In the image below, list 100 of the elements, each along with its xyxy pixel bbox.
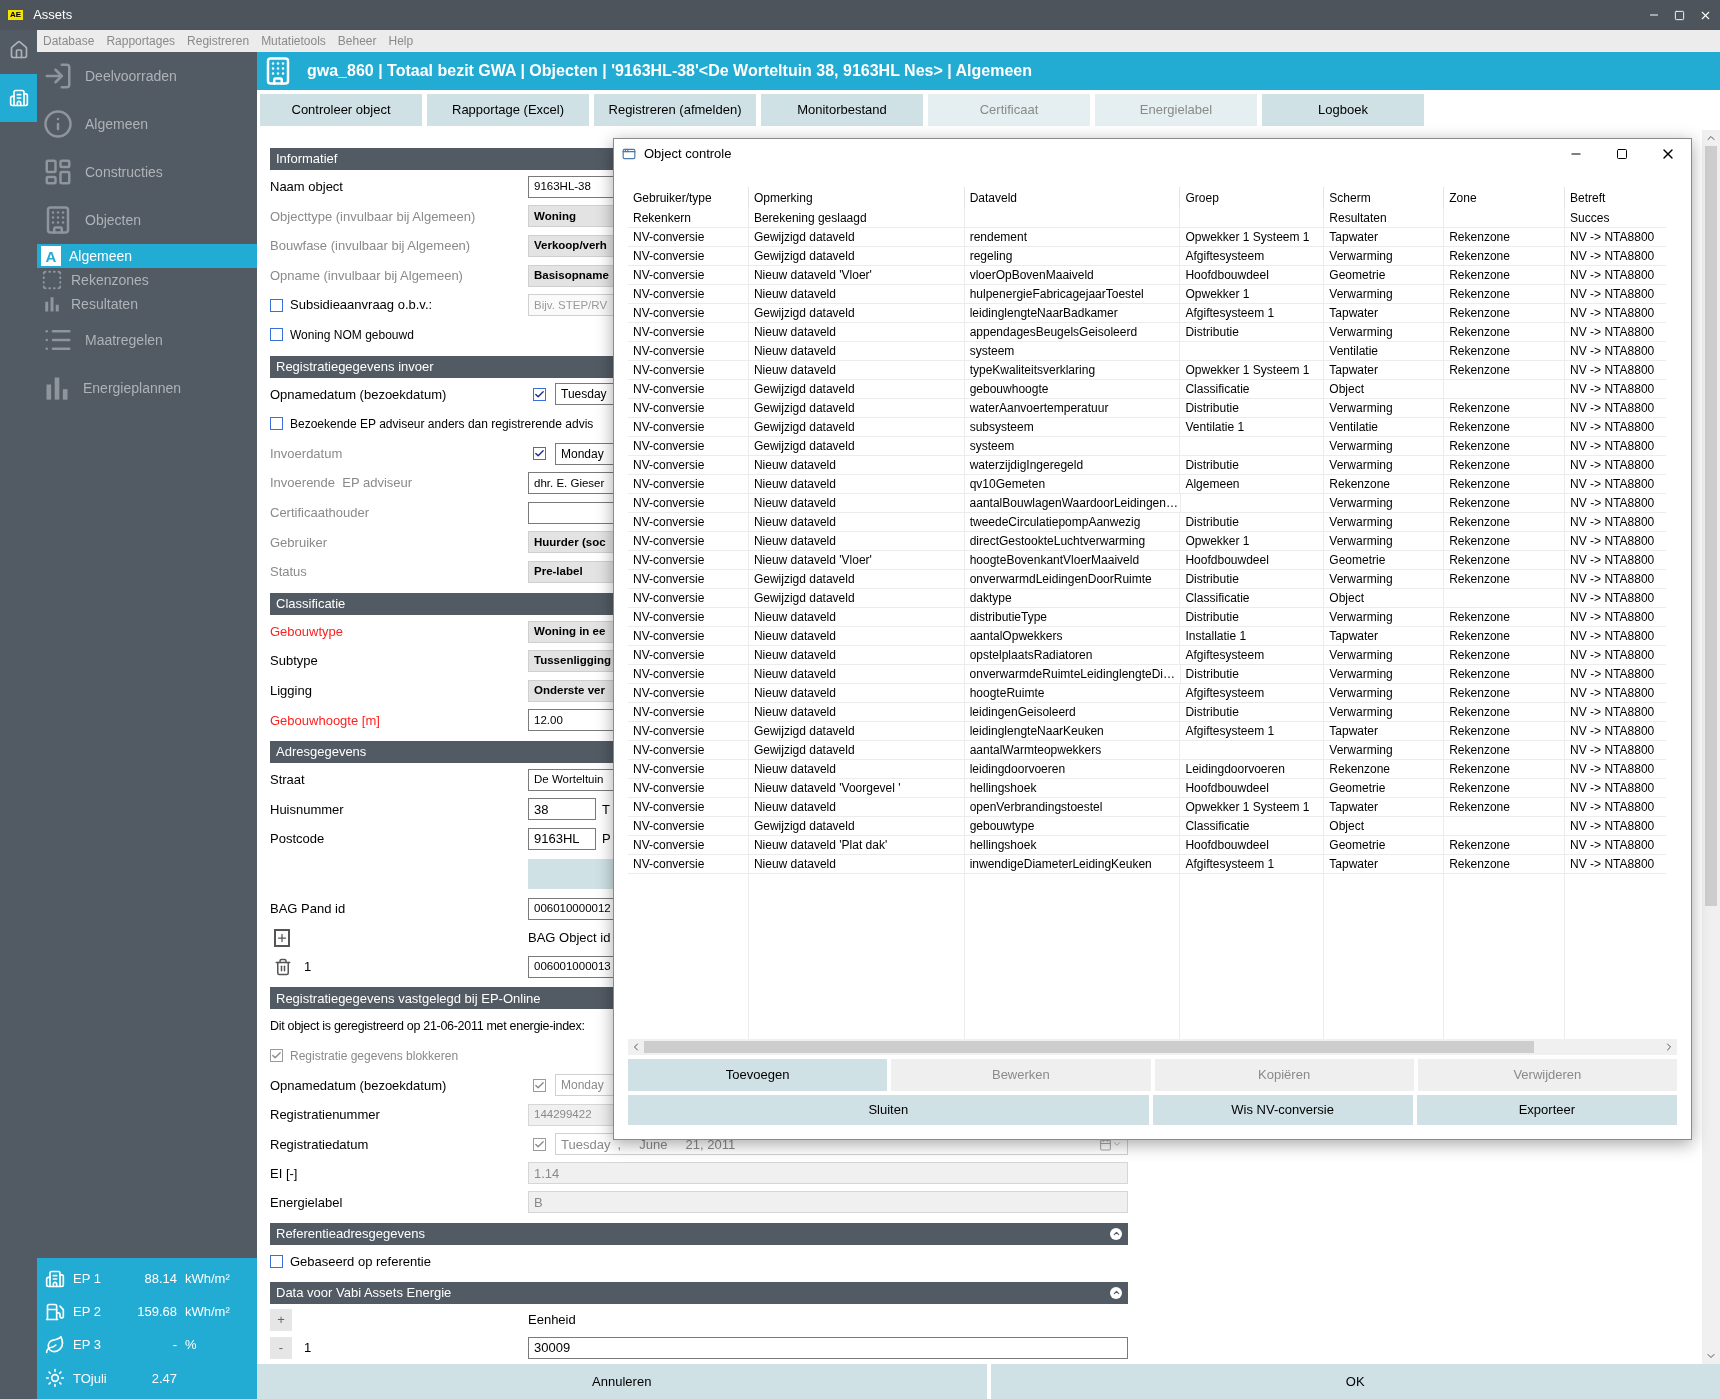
table-cell-text: Hoofdbouwdeel [1185,552,1269,569]
table-cell-text: Algemeen [1185,476,1240,493]
fuel-icon [45,1301,65,1322]
dropdown[interactable]: Pre-label [528,560,614,583]
dropdown[interactable]: Tussenligging [528,650,614,673]
table-cell-text: Afgiftesysteem 1 [1185,723,1275,740]
dialog-button[interactable]: Toevoegen [628,1059,888,1091]
table-cell-text: Verwarming [1329,666,1393,683]
toolbar-button[interactable]: Logboek [1262,94,1424,126]
table-cell-text: Tapwater [1329,229,1378,246]
table-cell-text: Distributie [1185,324,1239,341]
input-field[interactable]: 30009 [528,1336,1128,1359]
checkbox[interactable] [270,417,283,431]
toolbar-button[interactable]: Registreren (afmelden) [594,94,756,126]
table-cell-text: NV-conversie [633,305,705,322]
maximize-icon[interactable] [1616,148,1628,160]
collapse-icon[interactable] [1110,1227,1122,1240]
input-field[interactable]: dhr. E. Gieser [528,472,614,495]
table-cell-text: NV-conversie [633,590,705,607]
dialog-button[interactable]: Wis NV-conversie [1152,1095,1413,1125]
checkbox-label: Registratie gegevens blokkeren [290,1047,459,1065]
table-cell-text: NV-conversie [633,495,705,512]
table-cell-text: Object [1329,590,1364,607]
table-cell-text: NV-conversie [633,856,705,873]
delete-icon[interactable] [274,957,292,976]
table-cell-text: NV -> NTA8800 [1570,305,1655,322]
table-cell-text: NV -> NTA8800 [1570,229,1655,246]
indicator-value: 159.68 [136,1303,177,1322]
table-cell-text: Opwekker 1 Systeem 1 [1185,799,1310,816]
section-title: Registratiegegevens vastgelegd bij EP-Online [276,989,541,1008]
table-cell-text: NV -> NTA8800 [1570,590,1655,607]
page-title: gwa_860 | Totaal bezit GWA | Objecten | '9163HL-38'<De Worteltuin 38, 9163HL Nes> | Algemeen [307,61,1032,81]
table-cell-text: hulpenergieFabricagejaarToestel [969,286,1144,303]
table-cell-text: NV -> NTA8800 [1570,286,1655,303]
footer-button[interactable]: OK [990,1364,1720,1399]
collapse-icon[interactable] [1110,1286,1122,1299]
indicator-value: - [171,1336,177,1355]
table-cell-text: Rekenzone [1449,533,1510,550]
checkbox-label: Woning NOM gebouwd [290,326,414,344]
section-title: Referentieadresgegevens [276,1225,425,1244]
input-field[interactable]: 9163HL [528,828,596,851]
checkbox[interactable] [533,387,546,401]
symbol-button[interactable]: + [270,1308,292,1331]
input-field[interactable]: 12.00 [528,709,614,732]
input-field[interactable] [528,501,614,524]
table-cell-text: Ventilatie [1329,419,1378,436]
table-cell-text: Gewijzigd dataveld [753,818,855,835]
column-header[interactable]: Zone [1443,187,1565,209]
indicator-value: 2.47 [150,1369,177,1388]
checkbox-label: Gebaseerd op referentie [290,1252,431,1271]
table-cell-text: NV -> NTA8800 [1570,609,1655,626]
table-cell-text: NV -> NTA8800 [1570,837,1655,854]
dropdown[interactable]: Onderste ver [528,679,614,702]
input-field[interactable]: 006010000012 [528,897,614,920]
toolbar-button[interactable]: Controleer object [260,94,422,126]
table-cell-text: NV-conversie [633,837,705,854]
nav-button[interactable] [0,74,37,122]
input-field[interactable]: De Worteltuin [528,768,614,791]
building-icon [45,1268,65,1289]
letter-icon: A [41,246,61,266]
table-cell-text: NV-conversie [633,609,705,626]
toolbar-button[interactable]: Monitorbestand [761,94,923,126]
vertical-scrollbar[interactable] [1702,130,1720,1364]
table-cell-text: hoogteRuimte [969,685,1045,702]
table-cell-text: NV -> NTA8800 [1570,495,1655,512]
dialog-button[interactable]: Sluiten [628,1095,1149,1125]
symbol-button[interactable]: - [270,1336,292,1359]
toolbar-button[interactable]: Rapportage (Excel) [427,94,589,126]
checkbox[interactable] [270,298,283,312]
horizontal-scrollbar[interactable] [628,1039,1677,1055]
table-cell-text: Rekenzone [1449,362,1510,379]
table-cell-text: daktype [969,590,1012,607]
table-cell-text: distributieType [969,609,1048,626]
column-header[interactable]: Dataveld [963,187,1180,209]
dropdown[interactable]: Woning in ee [528,620,614,643]
maximize-button[interactable] [1674,9,1685,21]
building-icon [8,88,29,108]
checkbox[interactable] [270,328,283,342]
table-cell-text: opstelplaatsRadiatoren [969,647,1093,664]
dialog-button[interactable]: Exporteer [1416,1095,1677,1125]
dropdown[interactable]: Verkoop/verh [528,235,614,257]
checkbox[interactable] [270,1254,283,1268]
input-field[interactable]: 9163HL-38 [528,175,614,198]
column-header[interactable]: Opmerking [747,187,964,209]
table-cell-text: Nieuw dataveld [753,856,836,873]
dropdown[interactable]: Basisopname [528,264,614,287]
input-field[interactable]: 38 [528,798,596,821]
column-header[interactable]: Groep [1179,187,1324,209]
column-header[interactable]: Betreft [1564,187,1666,209]
column-header[interactable]: Gebruiker/type [628,187,748,209]
checkbox[interactable] [533,447,546,461]
add-icon[interactable] [274,928,290,947]
column-header[interactable]: Scherm [1323,187,1444,209]
dropdown[interactable]: Woning [528,205,614,228]
footer-button[interactable]: Annuleren [257,1364,987,1399]
table-cell-text: Succes [1570,210,1610,227]
table-cell-text: Rekenzone [1329,476,1391,493]
dropdown[interactable]: Huurder (soc [528,531,614,554]
table-cell-text: Rekenzone [1449,628,1510,645]
field-label: Registratienummer [270,1107,380,1123]
